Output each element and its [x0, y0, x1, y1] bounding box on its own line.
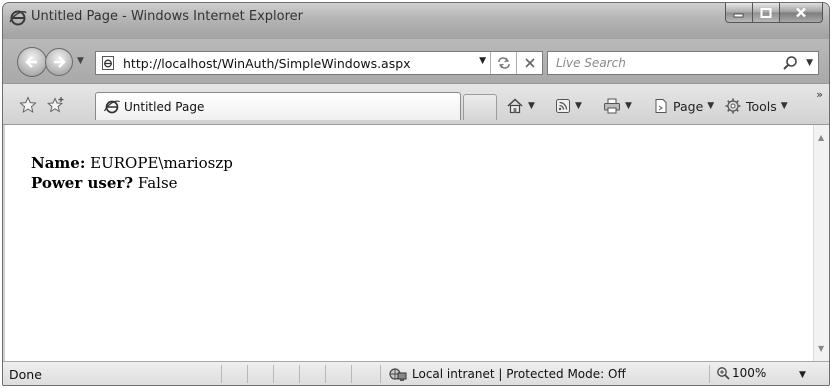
ie-page-icon [104, 100, 120, 114]
address-dropdown[interactable]: ▼ [479, 56, 486, 66]
tab-untitled-page[interactable]: Untitled Page [95, 92, 461, 120]
page-menu-label: Page [673, 98, 704, 114]
recent-pages-dropdown[interactable]: ▼ [77, 56, 84, 66]
feeds-icon [556, 99, 570, 113]
close-button[interactable] [779, 3, 823, 23]
feeds-button[interactable]: ▼ [555, 95, 582, 117]
tools-menu[interactable]: Tools ▼ [724, 95, 788, 117]
address-bar[interactable]: http://localhost/WinAuth/SimpleWindows.a… [95, 51, 543, 75]
page-menu[interactable]: Page ▼ [653, 95, 714, 117]
tools-menu-label: Tools [746, 98, 777, 114]
add-favorites-icon[interactable] [47, 96, 65, 114]
page-menu-dropdown[interactable]: ▼ [707, 101, 714, 111]
zoom-icon [717, 367, 730, 380]
status-bar: Done Local intranet | Protected Mode: Of… [3, 361, 829, 385]
status-divider [273, 365, 274, 383]
vertical-scrollbar[interactable]: ▲ ▼ [813, 125, 829, 361]
navigation-bar: ▼ http://localhost/WinAuth/SimpleWindows… [3, 39, 829, 83]
minimize-icon [733, 13, 744, 17]
forward-button[interactable] [45, 48, 73, 76]
stop-button[interactable] [516, 52, 542, 74]
back-icon [25, 56, 37, 68]
more-commands-chevron-icon[interactable]: » [816, 88, 823, 101]
zoom-value: 100% [732, 366, 767, 380]
status-text: Done [9, 367, 42, 382]
page-content: Name: EUROPE\marioszp Power user? False [3, 125, 813, 361]
security-zone[interactable]: Local intranet | Protected Mode: Off [389, 366, 626, 382]
command-bar: Untitled Page ▼ ▼ ▼ Page ▼ Tools ▼ » [3, 83, 829, 125]
status-divider [380, 365, 381, 383]
status-divider [325, 365, 326, 383]
search-input[interactable] [548, 52, 778, 74]
refresh-button[interactable] [490, 52, 516, 74]
maximize-icon [760, 7, 772, 18]
page-menu-icon [655, 99, 667, 113]
name-label: Name: [31, 154, 86, 172]
print-button[interactable]: ▼ [603, 95, 632, 117]
search-icon[interactable] [782, 55, 798, 71]
home-icon [507, 98, 523, 114]
browser-window: Untitled Page - Windows Internet Explore… [2, 2, 830, 386]
address-url[interactable]: http://localhost/WinAuth/SimpleWindows.a… [123, 56, 411, 71]
intranet-icon [389, 368, 407, 381]
power-user-line: Power user? False [31, 173, 233, 193]
power-user-value: False [137, 174, 178, 192]
back-button[interactable] [17, 47, 47, 77]
zoom-level[interactable]: 100% [716, 366, 766, 380]
window-title: Untitled Page - Windows Internet Explore… [31, 9, 304, 24]
user-info: Name: EUROPE\marioszp Power user? False [31, 153, 233, 193]
status-divider [351, 365, 352, 383]
maximize-button[interactable] [752, 3, 779, 23]
close-icon [796, 7, 806, 18]
home-button[interactable]: ▼ [506, 95, 535, 117]
tools-gear-icon [725, 98, 741, 114]
status-divider [247, 365, 248, 383]
stop-icon [524, 58, 535, 68]
refresh-icon [497, 57, 510, 69]
search-box[interactable]: ▼ [547, 51, 819, 75]
favorites-star-icon[interactable] [19, 96, 37, 114]
title-bar: Untitled Page - Windows Internet Explore… [3, 3, 829, 39]
zoom-dropdown[interactable]: ▼ [799, 370, 806, 380]
scroll-down-icon[interactable]: ▼ [818, 344, 824, 353]
home-dropdown[interactable]: ▼ [528, 101, 535, 111]
forward-icon [54, 56, 66, 68]
print-dropdown[interactable]: ▼ [625, 101, 632, 111]
search-providers-dropdown[interactable]: ▼ [806, 58, 813, 68]
page-icon [102, 56, 114, 70]
name-value: EUROPE\marioszp [90, 154, 233, 172]
status-divider [221, 365, 222, 383]
new-tab-button[interactable] [463, 94, 497, 120]
status-divider [709, 365, 710, 383]
minimize-button[interactable] [725, 3, 752, 23]
power-user-label: Power user? [31, 174, 134, 192]
ie-logo-icon [9, 10, 27, 26]
scroll-up-icon[interactable]: ▲ [818, 133, 824, 142]
tab-label: Untitled Page [124, 100, 205, 114]
name-line: Name: EUROPE\marioszp [31, 153, 233, 173]
feeds-dropdown[interactable]: ▼ [575, 101, 582, 111]
tools-menu-dropdown[interactable]: ▼ [781, 101, 788, 111]
zone-text: Local intranet | Protected Mode: Off [412, 367, 626, 381]
caption-buttons [725, 3, 823, 23]
print-icon [604, 98, 620, 114]
status-divider [299, 365, 300, 383]
